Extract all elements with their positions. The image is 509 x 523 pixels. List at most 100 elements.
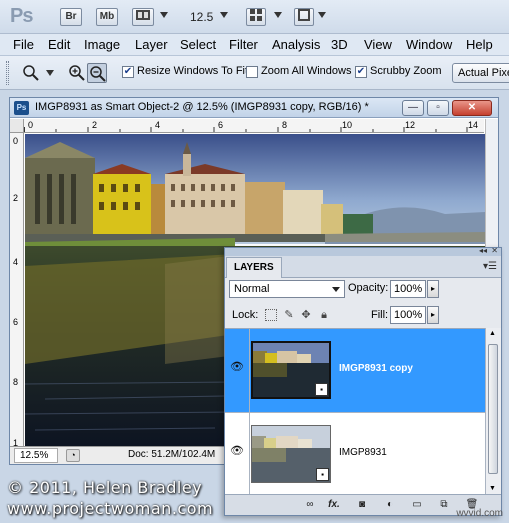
- ruler-tick-label: 0: [13, 136, 19, 146]
- minimize-button[interactable]: —: [402, 100, 424, 116]
- close-panel-icon[interactable]: ✕: [491, 246, 498, 255]
- menu-image[interactable]: Image: [84, 37, 120, 52]
- screen-mode-icon: [298, 9, 310, 21]
- ruler-tick-label: 6: [13, 317, 19, 327]
- lock-transparency-icon[interactable]: [265, 309, 277, 321]
- zoom-level[interactable]: 12.5: [190, 10, 213, 24]
- menu-file[interactable]: File: [13, 37, 34, 52]
- layer-name[interactable]: IMGP8931: [339, 447, 387, 458]
- ruler-origin[interactable]: [10, 119, 24, 133]
- photoshop-logo: Ps: [10, 5, 33, 27]
- zoom-all-windows-label: Zoom All Windows: [261, 65, 352, 77]
- actual-pixels-button[interactable]: Actual Pixels: [452, 63, 509, 83]
- lock-label: Lock:: [232, 309, 259, 321]
- ruler-tick-label: 8: [13, 377, 19, 387]
- lock-image-pixels-icon[interactable]: ✎: [283, 309, 295, 321]
- eye-column-divider: [249, 329, 250, 413]
- website-credit: www.projectwoman.com: [7, 499, 214, 518]
- layers-scrollbar[interactable]: ▲ ▼: [485, 328, 501, 494]
- screen-mode-button[interactable]: [294, 8, 314, 26]
- layer-name[interactable]: IMGP8931 copy: [339, 363, 413, 374]
- collapse-icon[interactable]: ◂◂: [479, 246, 487, 255]
- screen-mode-dropdown-icon[interactable]: [318, 12, 326, 18]
- zoom-all-windows-checkbox[interactable]: [246, 66, 258, 78]
- close-button[interactable]: ✕: [452, 100, 492, 116]
- mini-bridge-button[interactable]: Mb: [96, 8, 118, 26]
- resize-windows-checkbox[interactable]: ✔: [122, 66, 134, 78]
- zoom-out-button[interactable]: [87, 63, 107, 83]
- adjustment-icon[interactable]: ◐: [383, 498, 397, 512]
- menu-bar: File Edit Image Layer Select Filter Anal…: [0, 34, 509, 56]
- panel-collapse-strip[interactable]: ◂◂ ✕: [225, 246, 501, 256]
- ruler-tick-label: 2: [13, 193, 19, 203]
- panel-tab-row: LAYERS ▾☰: [225, 256, 501, 278]
- status-zoom-field[interactable]: 12.5%: [14, 448, 58, 463]
- opacity-slider-button[interactable]: ▸: [427, 280, 439, 298]
- scroll-down-icon[interactable]: ▼: [489, 485, 496, 492]
- view-extras-dropdown-icon[interactable]: [160, 12, 168, 18]
- lock-all-icon[interactable]: 🔒︎: [318, 309, 330, 321]
- ps-document-icon: Ps: [14, 101, 29, 115]
- tab-layers[interactable]: LAYERS: [226, 257, 282, 278]
- opacity-label: Opacity:: [348, 282, 389, 294]
- smart-object-icon: ▪: [316, 468, 329, 481]
- new-layer-icon[interactable]: ⧉: [437, 498, 451, 512]
- smart-object-icon: ▪: [315, 383, 328, 396]
- options-bar: ✔ Resize Windows To Fit Zoom All Windows…: [0, 56, 509, 90]
- zoom-out-icon: [90, 66, 106, 82]
- horizontal-ruler[interactable]: 0 2 4 6 8 10 12 14: [24, 119, 484, 133]
- menu-analysis[interactable]: Analysis: [272, 37, 320, 52]
- status-info-icon[interactable]: ◔: [66, 449, 80, 462]
- opacity-input[interactable]: 100%: [390, 280, 426, 298]
- layer-list: 👁︎ ▪ IMGP8931 copy 👁︎ ▪ IMGP8931: [225, 328, 485, 497]
- menu-layer[interactable]: Layer: [135, 37, 168, 52]
- fill-slider-button[interactable]: ▸: [427, 306, 439, 324]
- zoom-in-icon[interactable]: [68, 64, 86, 82]
- document-size-info[interactable]: Doc: 51.2M/102.4M: [128, 449, 215, 460]
- resize-windows-label: Resize Windows To Fit: [137, 65, 249, 77]
- menu-window[interactable]: Window: [406, 37, 452, 52]
- folder-icon[interactable]: ▭: [410, 498, 424, 512]
- arrange-documents-button[interactable]: [246, 8, 266, 26]
- layer-thumbnail[interactable]: ▪: [251, 425, 331, 483]
- blend-mode-select[interactable]: Normal: [229, 280, 345, 298]
- zoom-dropdown-icon[interactable]: [220, 12, 228, 18]
- blend-mode-value: Normal: [234, 283, 270, 295]
- tool-preset-dropdown-icon[interactable]: [46, 70, 54, 76]
- menu-select[interactable]: Select: [180, 37, 216, 52]
- ruler-ticks: [24, 127, 468, 132]
- link-icon[interactable]: ∞: [303, 498, 317, 512]
- film-icon: [136, 10, 150, 20]
- scrubby-zoom-checkbox[interactable]: ✔: [355, 66, 367, 78]
- menu-edit[interactable]: Edit: [48, 37, 70, 52]
- eye-icon[interactable]: 👁︎: [229, 443, 245, 459]
- chevron-down-icon: [332, 287, 340, 292]
- menu-filter[interactable]: Filter: [229, 37, 258, 52]
- mask-icon[interactable]: ◙: [355, 498, 369, 512]
- layer-row-imgp8931[interactable]: 👁︎ ▪ IMGP8931: [225, 413, 485, 497]
- application-bar: Ps Br Mb 12.5: [0, 0, 509, 34]
- maximize-button[interactable]: ▫: [427, 100, 449, 116]
- lock-position-icon[interactable]: ✥: [300, 309, 312, 321]
- menu-view[interactable]: View: [364, 37, 392, 52]
- options-grip[interactable]: [6, 61, 9, 85]
- zoom-tool-icon[interactable]: [22, 64, 40, 82]
- fill-input[interactable]: 100%: [390, 306, 426, 324]
- view-extras-button[interactable]: [132, 8, 154, 26]
- fx-icon[interactable]: fx.: [327, 498, 341, 512]
- arrange-dropdown-icon[interactable]: [274, 12, 282, 18]
- scrubby-zoom-label: Scrubby Zoom: [370, 65, 442, 77]
- vertical-ruler[interactable]: 0 2 4 6 8 1: [10, 133, 24, 453]
- document-title: IMGP8931 as Smart Object-2 @ 12.5% (IMGP…: [35, 101, 369, 113]
- layer-row-imgp8931-copy[interactable]: 👁︎ ▪ IMGP8931 copy: [225, 329, 485, 413]
- eye-icon[interactable]: 👁︎: [229, 359, 245, 375]
- menu-3d[interactable]: 3D: [331, 37, 348, 52]
- panel-menu-icon[interactable]: ▾☰: [483, 261, 497, 272]
- layers-panel: ◂◂ ✕ LAYERS ▾☰ Normal Opacity: 100% ▸ Lo…: [224, 246, 502, 516]
- layer-thumbnail[interactable]: ▪: [251, 341, 331, 399]
- menu-help[interactable]: Help: [466, 37, 493, 52]
- scrollbar-thumb[interactable]: [488, 344, 498, 474]
- scroll-up-icon[interactable]: ▲: [489, 330, 496, 337]
- bridge-button[interactable]: Br: [60, 8, 82, 26]
- document-title-bar[interactable]: Ps IMGP8931 as Smart Object-2 @ 12.5% (I…: [10, 98, 498, 118]
